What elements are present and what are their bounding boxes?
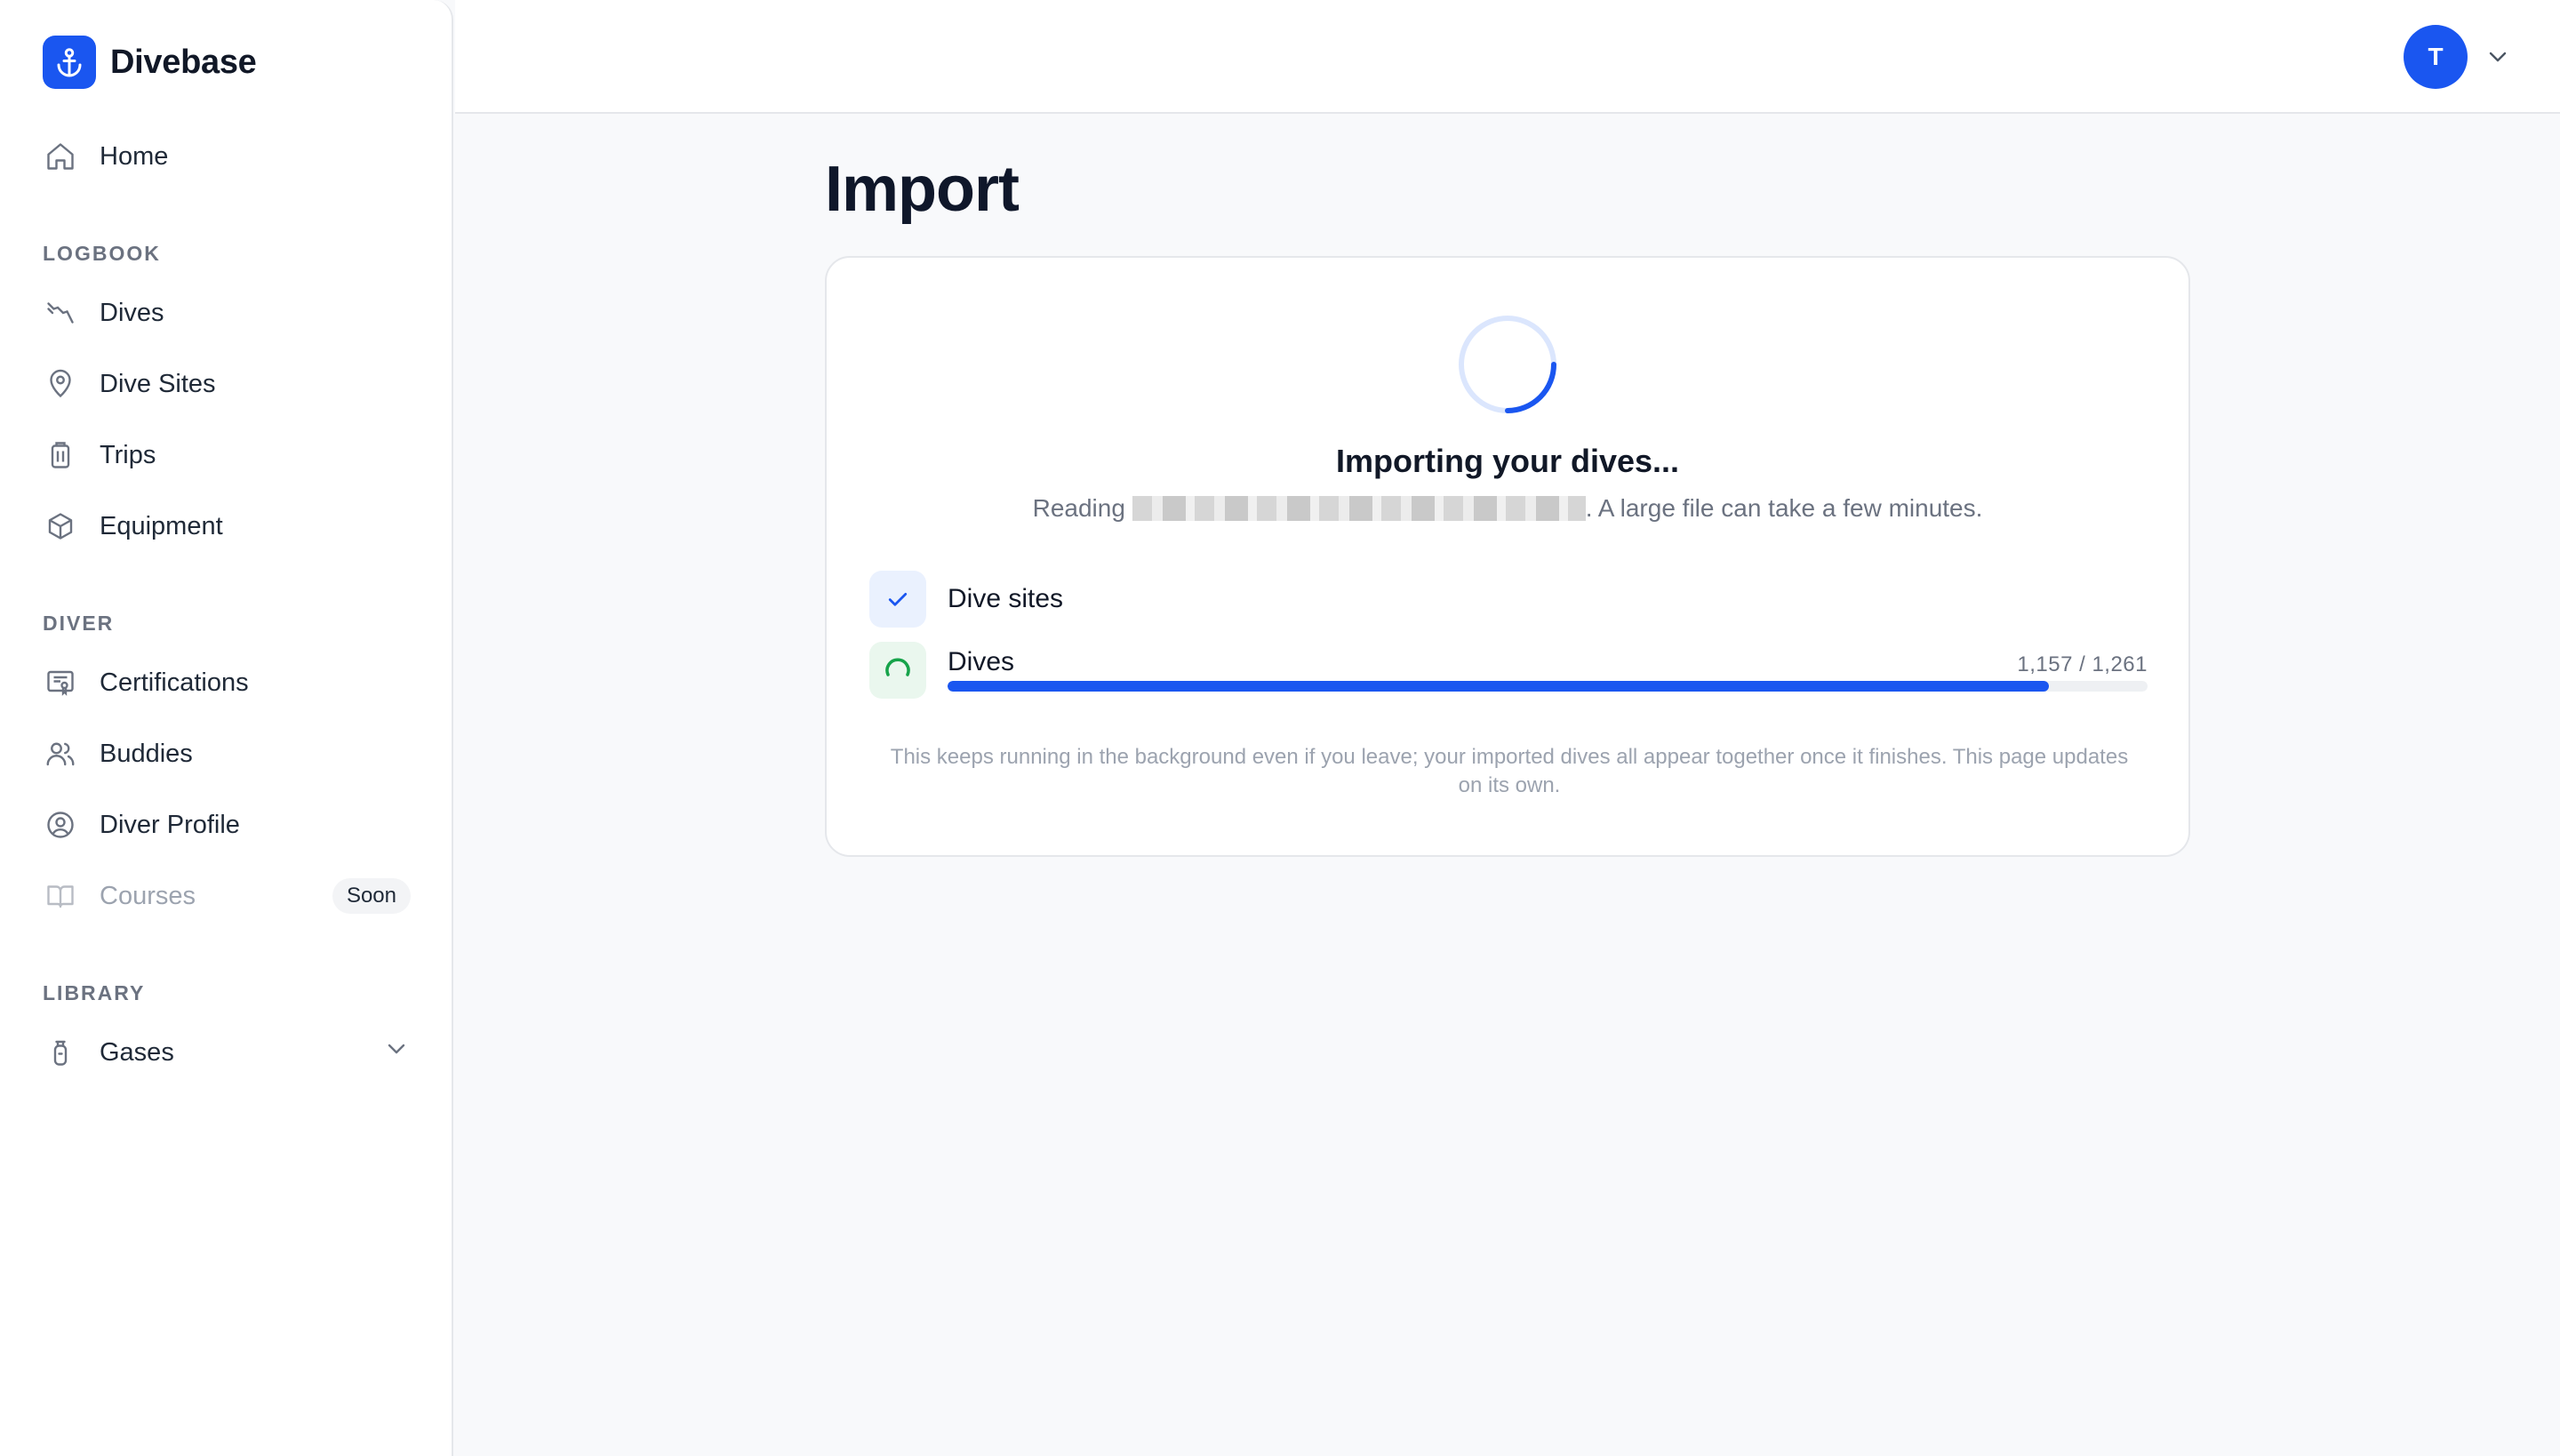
- brand-name: Divebase: [110, 43, 257, 81]
- sidebar-item-label: Certifications: [100, 668, 249, 697]
- chevron-down-icon[interactable]: [2484, 43, 2512, 76]
- soon-badge: Soon: [332, 878, 411, 914]
- step-label: Dive sites: [948, 584, 1064, 613]
- progress-bar: [948, 681, 2148, 692]
- app: Divebase Home LOGBOOK Dives Dive Sites T…: [0, 0, 2560, 1456]
- section-label-logbook: LOGBOOK: [43, 242, 161, 265]
- sidebar-item-label: Dives: [100, 298, 164, 327]
- sidebar-item-courses[interactable]: Courses Soon: [43, 869, 411, 923]
- check-icon: [869, 571, 926, 628]
- certificate-icon: [43, 665, 78, 700]
- section-label-library: LIBRARY: [43, 981, 146, 1004]
- progress-fill: [948, 681, 2050, 692]
- sidebar: Divebase Home LOGBOOK Dives Dive Sites T…: [0, 0, 453, 1456]
- brand[interactable]: Divebase: [43, 36, 257, 89]
- sidebar-item-label: Equipment: [100, 511, 223, 540]
- chevron-down-icon[interactable]: [382, 1035, 411, 1068]
- sidebar-item-label: Courses: [100, 881, 196, 910]
- box-icon: [43, 508, 78, 544]
- sidebar-item-label: Diver Profile: [100, 810, 240, 839]
- spinner-icon: [1456, 313, 1559, 420]
- sidebar-item-label: Dive Sites: [100, 369, 216, 398]
- luggage-icon: [43, 437, 78, 473]
- sidebar-item-buddies[interactable]: Buddies: [43, 727, 411, 780]
- user-circle-icon: [43, 807, 78, 843]
- avatar[interactable]: T: [2404, 25, 2468, 89]
- sidebar-item-label: Home: [100, 141, 169, 171]
- subtitle-prefix: Reading: [1032, 494, 1125, 522]
- sidebar-item-trips[interactable]: Trips: [43, 428, 411, 482]
- subtitle-suffix: . A large file can take a few minutes.: [1585, 494, 1983, 522]
- sidebar-item-certifications[interactable]: Certifications: [43, 656, 411, 709]
- book-icon: [43, 878, 78, 914]
- sidebar-item-dives[interactable]: Dives: [43, 286, 411, 340]
- import-card: Importing your dives... Reading . A larg…: [825, 256, 2190, 857]
- import-title: Importing your dives...: [1335, 443, 1680, 479]
- page-title: Import: [825, 154, 1020, 225]
- dives-count: 1,157 / 1,261: [2017, 652, 2148, 676]
- map-pin-icon: [43, 366, 78, 402]
- background-note: This keeps running in the background eve…: [890, 745, 2129, 797]
- sidebar-item-label: Trips: [100, 440, 156, 469]
- redacted-filename: [1132, 495, 1586, 521]
- step-dives: [869, 642, 926, 699]
- loading-icon: [869, 642, 926, 699]
- sidebar-item-dive-sites[interactable]: Dive Sites: [43, 357, 411, 411]
- gas-cylinder-icon: [43, 1035, 78, 1070]
- anchor-icon: [43, 36, 96, 89]
- sidebar-item-home[interactable]: Home: [43, 130, 411, 183]
- step-label: Dives: [948, 647, 1015, 676]
- home-icon: [43, 139, 78, 174]
- top-bar: [455, 0, 2560, 114]
- sidebar-item-label: Gases: [100, 1037, 174, 1067]
- section-label-diver: DIVER: [43, 612, 115, 635]
- dive-icon: [43, 295, 78, 331]
- step-dive-sites: Dive sites: [869, 571, 1063, 628]
- sidebar-item-equipment[interactable]: Equipment: [43, 500, 411, 553]
- sidebar-item-gases[interactable]: Gases: [43, 1026, 411, 1079]
- users-icon: [43, 736, 78, 772]
- import-subtitle: Reading . A large file can take a few mi…: [827, 494, 2188, 523]
- sidebar-item-diver-profile[interactable]: Diver Profile: [43, 798, 411, 852]
- sidebar-item-label: Buddies: [100, 739, 193, 768]
